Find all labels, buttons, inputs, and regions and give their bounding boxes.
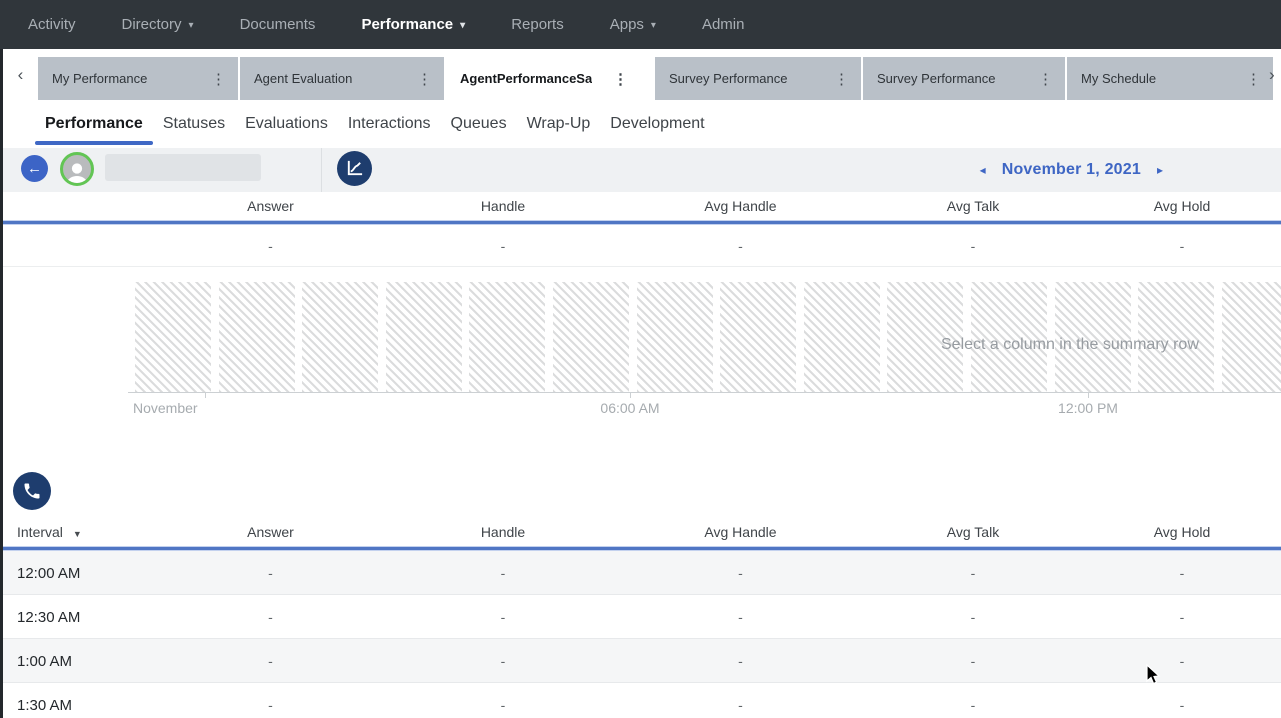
column-header-interval[interactable]: Interval▼ <box>3 524 153 540</box>
placeholder-bar <box>553 282 629 392</box>
tab-survey-performance-2[interactable]: Survey Performance ⋮ <box>863 57 1065 100</box>
toolbar-divider <box>321 148 322 192</box>
date-navigation: ◂ November 1, 2021 ▸ <box>980 148 1163 192</box>
kebab-menu-icon[interactable]: ⋮ <box>609 70 632 88</box>
interval-chart-placeholder: November 06:00 AM 12:00 PM Select a colu… <box>3 268 1281 432</box>
column-header-avg-talk[interactable]: Avg Talk <box>863 198 1083 214</box>
axis-tick <box>205 393 206 398</box>
summary-value-avg-hold: - <box>1083 238 1281 254</box>
tab-queues[interactable]: Queues <box>441 100 517 148</box>
column-header-avg-handle[interactable]: Avg Handle <box>618 198 863 214</box>
tab-my-performance[interactable]: My Performance ⋮ <box>38 57 238 100</box>
axis-label-12pm: 12:00 PM <box>1058 400 1118 416</box>
table-row: 1:30 AM - - - - - <box>3 683 1281 718</box>
top-navigation-bar: Activity Directory▾ Documents Performanc… <box>0 0 1281 49</box>
line-chart-icon <box>345 159 364 178</box>
axis-tick <box>1088 393 1089 398</box>
tab-performance[interactable]: Performance <box>35 100 153 148</box>
placeholder-bar <box>720 282 796 392</box>
voice-media-section <box>13 472 51 510</box>
axis-label-6am: 06:00 AM <box>600 400 659 416</box>
kebab-menu-icon[interactable]: ⋮ <box>1242 70 1265 88</box>
tabs-container: My Performance ⋮ Agent Evaluation ⋮ Agen… <box>38 49 1275 100</box>
sort-caret-icon: ▼ <box>73 529 82 539</box>
column-header-avg-talk[interactable]: Avg Talk <box>863 524 1083 540</box>
chart-placeholder-message: Select a column in the summary row <box>941 336 1199 354</box>
workspace-window: ‹ My Performance ⋮ Agent Evaluation ⋮ Ag… <box>0 49 1281 718</box>
nav-item-activity[interactable]: Activity <box>28 16 76 33</box>
nav-item-documents[interactable]: Documents <box>240 16 316 33</box>
placeholder-bar <box>469 282 545 392</box>
tab-scroll-left-button[interactable]: ‹ <box>3 49 38 100</box>
view-tab-strip: ‹ My Performance ⋮ Agent Evaluation ⋮ Ag… <box>3 49 1281 100</box>
next-day-button[interactable]: ▸ <box>1157 163 1163 177</box>
chart-toggle-button[interactable] <box>337 151 372 186</box>
table-row: 12:00 AM - - - - - <box>3 551 1281 595</box>
summary-value-handle: - <box>388 238 618 254</box>
tab-interactions[interactable]: Interactions <box>338 100 441 148</box>
summary-value-avg-handle: - <box>618 238 863 254</box>
nav-item-directory[interactable]: Directory▾ <box>122 16 194 33</box>
chevron-down-icon: ▾ <box>460 20 465 31</box>
column-header-handle[interactable]: Handle <box>388 524 618 540</box>
column-header-avg-hold[interactable]: Avg Hold <box>1083 524 1281 540</box>
chevron-down-icon: ▾ <box>189 20 194 31</box>
chevron-down-icon: ▾ <box>651 20 656 31</box>
agent-toolbar: ← ◂ November 1, 2021 ▸ <box>3 148 1281 192</box>
nav-item-performance[interactable]: Performance▾ <box>361 16 465 33</box>
chart-x-axis <box>128 392 1281 393</box>
nav-item-reports[interactable]: Reports <box>511 16 564 33</box>
placeholder-bar <box>386 282 462 392</box>
column-header-avg-hold[interactable]: Avg Hold <box>1083 198 1281 214</box>
kebab-menu-icon[interactable]: ⋮ <box>1034 70 1057 88</box>
back-button[interactable]: ← <box>21 155 48 182</box>
tab-statuses[interactable]: Statuses <box>153 100 235 148</box>
kebab-menu-icon[interactable]: ⋮ <box>413 70 436 88</box>
tab-wrap-up[interactable]: Wrap-Up <box>517 100 601 148</box>
placeholder-bar <box>219 282 295 392</box>
tab-agent-performance-saved[interactable]: AgentPerformanceSa ⋮ <box>446 57 640 100</box>
previous-day-button[interactable]: ◂ <box>980 163 986 177</box>
placeholder-bar <box>1222 282 1281 392</box>
kebab-menu-icon[interactable]: ⋮ <box>830 70 853 88</box>
placeholder-bar <box>302 282 378 392</box>
table-row: 12:30 AM - - - - - <box>3 595 1281 639</box>
summary-value-avg-talk: - <box>863 238 1083 254</box>
kebab-menu-icon[interactable]: ⋮ <box>207 70 230 88</box>
tab-development[interactable]: Development <box>600 100 714 148</box>
summary-table-header: Answer Handle Avg Handle Avg Talk Avg Ho… <box>3 192 1281 220</box>
redacted-agent-name <box>105 154 261 181</box>
tab-evaluations[interactable]: Evaluations <box>235 100 338 148</box>
placeholder-bar <box>135 282 211 392</box>
tab-agent-evaluation[interactable]: Agent Evaluation ⋮ <box>240 57 444 100</box>
column-header-handle[interactable]: Handle <box>388 198 618 214</box>
axis-label-november: November <box>133 400 198 416</box>
table-row: 1:00 AM - - - - - <box>3 639 1281 683</box>
nav-item-apps[interactable]: Apps▾ <box>610 16 656 33</box>
interval-rows: 12:00 AM - - - - - 12:30 AM - - - - - <box>3 551 1281 718</box>
column-header-avg-handle[interactable]: Avg Handle <box>618 524 863 540</box>
column-header-answer[interactable]: Answer <box>153 524 388 540</box>
tab-scroll-right-button[interactable]: › <box>1269 49 1281 100</box>
nav-item-admin[interactable]: Admin <box>702 16 745 33</box>
summary-row[interactable]: - - - - - <box>3 225 1281 267</box>
column-header-answer[interactable]: Answer <box>153 198 388 214</box>
summary-value-answer: - <box>153 238 388 254</box>
interval-table-header: Interval▼ Answer Handle Avg Handle Avg T… <box>3 518 1281 546</box>
current-date-label: November 1, 2021 <box>1002 161 1141 179</box>
back-arrow-icon: ← <box>27 160 42 177</box>
tab-my-schedule[interactable]: My Schedule ⋮ <box>1067 57 1273 100</box>
placeholder-bar <box>804 282 880 392</box>
performance-subnav: Performance Statuses Evaluations Interac… <box>35 100 715 148</box>
agent-performance-page: Activity Directory▾ Documents Performanc… <box>0 0 1281 718</box>
placeholder-bar <box>637 282 713 392</box>
phone-icon <box>22 481 42 501</box>
tab-survey-performance-1[interactable]: Survey Performance ⋮ <box>655 57 861 100</box>
axis-tick <box>630 393 631 398</box>
person-icon <box>63 158 91 186</box>
agent-avatar <box>60 152 94 186</box>
